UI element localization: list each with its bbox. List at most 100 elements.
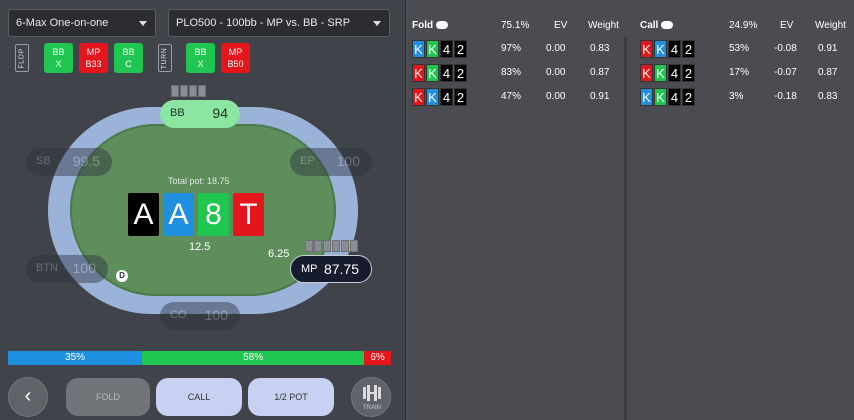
chevron-left-icon: ‹ <box>24 385 32 407</box>
board-card: A <box>163 193 194 236</box>
seat-sb[interactable]: SB 99.5 <box>26 148 112 176</box>
hand-frequency: 83% <box>501 67 522 78</box>
hand-card: K <box>640 88 653 106</box>
call-weight-header: Weight <box>815 20 846 31</box>
scenario-dropdown-value: PLO500 - 100bb - MP vs. BB - SRP <box>176 17 351 29</box>
fold-header: Fold <box>412 20 449 31</box>
hand-row[interactable]: K K 4 2 17% -0.07 0.87 <box>640 64 850 82</box>
hand-row[interactable]: K K 4 2 97% 0.00 0.83 <box>412 40 622 58</box>
seat-bb[interactable]: BB 94 <box>160 100 240 128</box>
back-button[interactable]: ‹ <box>8 377 48 417</box>
scenario-dropdown[interactable]: PLO500 - 100bb - MP vs. BB - SRP <box>168 9 390 37</box>
hand-card: 2 <box>682 64 695 82</box>
hand-ev: -0.07 <box>774 67 797 78</box>
hand-row[interactable]: K K 4 2 83% 0.00 0.87 <box>412 64 622 82</box>
hand-weight: 0.87 <box>818 67 838 78</box>
total-pot-label: Total pot: 18.75 <box>168 176 230 186</box>
hand-card: 4 <box>440 64 453 82</box>
hand-card: K <box>426 88 439 106</box>
call-header: Call <box>640 20 674 31</box>
hand-card: K <box>412 64 425 82</box>
call-percent: 24.9% <box>729 20 758 31</box>
board-card: T <box>233 193 264 236</box>
hand-card: K <box>640 40 653 58</box>
strategy-panel: Fold 75.1% EV Weight Call 24.9% EV Weigh… <box>405 0 854 420</box>
action-chip[interactable]: BB C <box>114 43 143 73</box>
chevron-down-icon <box>373 21 381 26</box>
action-chip[interactable]: MP B50 <box>221 43 250 73</box>
train-button[interactable]: TRAIN <box>351 377 391 417</box>
fold-button[interactable]: FOLD <box>66 378 150 416</box>
action-chip[interactable]: MP B33 <box>79 43 108 73</box>
fold-ev-header: EV <box>554 20 568 31</box>
hand-card: 4 <box>440 88 453 106</box>
hand-weight: 0.91 <box>590 91 610 102</box>
mp-bet-amount: 6.25 <box>268 248 290 260</box>
hand-card: 4 <box>440 40 453 58</box>
hand-card: 2 <box>454 64 467 82</box>
app-root: 6-Max One-on-one PLO500 - 100bb - MP vs.… <box>0 0 854 420</box>
cloud-icon <box>661 21 674 30</box>
hand-weight: 0.91 <box>818 43 838 54</box>
hand-frequency: 97% <box>501 43 522 54</box>
hand-weight: 0.87 <box>590 67 610 78</box>
action-chip[interactable]: BB X <box>44 43 73 73</box>
hand-ev: -0.18 <box>774 91 797 102</box>
mp-hole-cards <box>305 240 358 252</box>
call-ev-header: EV <box>780 20 794 31</box>
raise-frequency: 6% <box>364 351 391 365</box>
hand-ev: 0.00 <box>546 43 566 54</box>
hand-row[interactable]: K K 4 2 3% -0.18 0.83 <box>640 88 850 106</box>
street-label-turn: TURN <box>158 44 172 72</box>
fold-weight-header: Weight <box>588 20 619 31</box>
seat-ep[interactable]: EP 100 <box>290 148 372 176</box>
fold-percent: 75.1% <box>501 20 530 31</box>
format-dropdown[interactable]: 6-Max One-on-one <box>8 9 156 37</box>
hand-weight: 0.83 <box>590 43 610 54</box>
action-chip[interactable]: BB X <box>186 43 215 73</box>
hand-frequency: 53% <box>729 43 750 54</box>
hand-card: 4 <box>668 64 681 82</box>
hand-card: K <box>426 40 439 58</box>
board-card: A <box>128 193 159 236</box>
hand-weight: 0.83 <box>818 91 838 102</box>
pot-amount: 12.5 <box>189 241 211 253</box>
board-card: 8 <box>198 193 229 236</box>
hand-card: K <box>412 88 425 106</box>
format-dropdown-value: 6-Max One-on-one <box>16 17 109 29</box>
chevron-down-icon <box>139 21 147 26</box>
table-panel: 6-Max One-on-one PLO500 - 100bb - MP vs.… <box>0 0 400 420</box>
hand-card: K <box>640 64 653 82</box>
hand-card: K <box>426 64 439 82</box>
half-pot-button[interactable]: 1/2 POT <box>248 378 334 416</box>
hand-frequency: 47% <box>501 91 522 102</box>
cloud-icon <box>436 21 449 30</box>
column-divider <box>624 37 627 420</box>
hand-card: 4 <box>668 40 681 58</box>
seat-co[interactable]: CO 100 <box>160 302 240 330</box>
call-frequency: 58% <box>142 351 365 365</box>
train-label: TRAIN <box>363 405 381 411</box>
hand-card: K <box>654 64 667 82</box>
call-button[interactable]: CALL <box>156 378 242 416</box>
street-label-flop: FLOP <box>15 44 29 72</box>
hand-card: 2 <box>682 40 695 58</box>
hand-row[interactable]: K K 4 2 47% 0.00 0.91 <box>412 88 622 106</box>
bb-hole-cards <box>171 85 206 97</box>
hand-card: 2 <box>454 88 467 106</box>
hand-ev: 0.00 <box>546 91 566 102</box>
seat-mp[interactable]: MP 87.75 <box>290 255 372 283</box>
board-cards: A A 8 T <box>128 193 264 236</box>
hand-card: 2 <box>682 88 695 106</box>
hand-frequency: 17% <box>729 67 750 78</box>
hand-ev: 0.00 <box>546 67 566 78</box>
hand-card: K <box>654 40 667 58</box>
hand-card: 2 <box>454 40 467 58</box>
hand-card: 4 <box>668 88 681 106</box>
hand-ev: -0.08 <box>774 43 797 54</box>
fold-frequency: 35% <box>8 351 143 365</box>
hand-row[interactable]: K K 4 2 53% -0.08 0.91 <box>640 40 850 58</box>
seat-btn[interactable]: BTN 100 <box>26 255 108 283</box>
dealer-button-icon: D <box>116 270 128 282</box>
action-frequency-bar: 35% 58% 6% <box>8 351 391 365</box>
